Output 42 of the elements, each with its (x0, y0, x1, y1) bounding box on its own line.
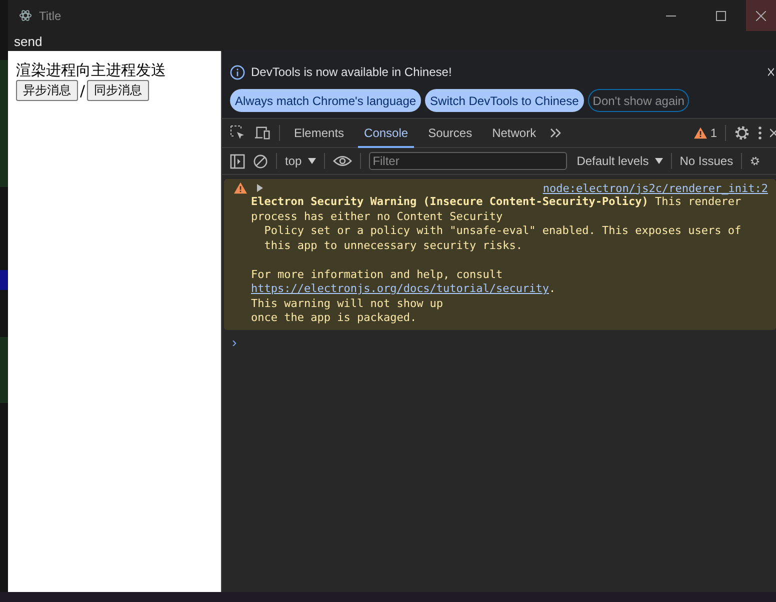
sidebar-icon[interactable] (230, 154, 245, 168)
caret-icon (308, 158, 316, 164)
menu-item[interactable]: send (14, 34, 42, 48)
devtools-tab[interactable]: Sources (422, 118, 478, 148)
close-icon[interactable] (770, 128, 776, 138)
close-icon[interactable] (768, 67, 774, 77)
infobar-message: DevTools is now available in Chinese! (251, 65, 452, 79)
inspect-icon[interactable] (230, 125, 246, 141)
close-icon (756, 10, 766, 20)
infobar-button[interactable]: Always match Chrome's language (230, 89, 422, 112)
devtools-tab[interactable]: Network (486, 118, 542, 148)
filter-field[interactable]: Filter (368, 152, 567, 170)
info-icon (230, 64, 245, 80)
maximize-icon[interactable] (716, 10, 726, 20)
device-toolbar-icon[interactable] (254, 125, 271, 141)
warning-count[interactable]: 1 (710, 126, 717, 140)
console-prompt[interactable]: › (222, 330, 242, 350)
expand-icon[interactable] (257, 184, 263, 192)
async-message-button[interactable]: 异步消息 (16, 80, 78, 101)
warning-text: Electron Security Warning (Insecure Content-Security-Policy) This renderer process has either no Content Security Policy set or a policy with "unsafe-eval" enabled. This exposes users of this app to unnecessary security risks. For more information and help, consult https://electronjs.org/docs/tutorial/security. This warning will not show up once the app is packaged. (251, 195, 742, 326)
close-button[interactable] (746, 0, 776, 31)
infobar-button[interactable]: Don't show again (588, 89, 690, 112)
window-title: Title (39, 8, 62, 22)
separator-text: / (80, 82, 86, 100)
source-link[interactable]: node:electron/js2c/renderer_init:2 (542, 182, 768, 194)
caret-icon (654, 158, 663, 164)
warning-icon (234, 182, 247, 194)
app-icon (19, 9, 32, 22)
issues-label[interactable]: No Issues (680, 154, 734, 168)
devtools-tab[interactable]: Elements (288, 118, 350, 148)
settings-icon[interactable] (734, 125, 750, 141)
eye-icon[interactable] (332, 155, 352, 167)
more-tabs-icon[interactable] (550, 128, 562, 138)
infobar-button[interactable]: Switch DevTools to Chinese (425, 89, 584, 112)
levels-dropdown[interactable]: Default levels (576, 154, 663, 168)
warning-icon (694, 127, 708, 139)
clear-console-icon[interactable] (253, 154, 268, 168)
sync-message-button[interactable]: 同步消息 (87, 80, 150, 101)
context-dropdown[interactable]: top (285, 154, 316, 168)
docs-link[interactable]: https://electronjs.org/docs/tutorial/security (251, 282, 550, 295)
page-heading: 渲染进程向主进程发送 (16, 61, 167, 80)
more-options-icon[interactable] (758, 126, 762, 140)
